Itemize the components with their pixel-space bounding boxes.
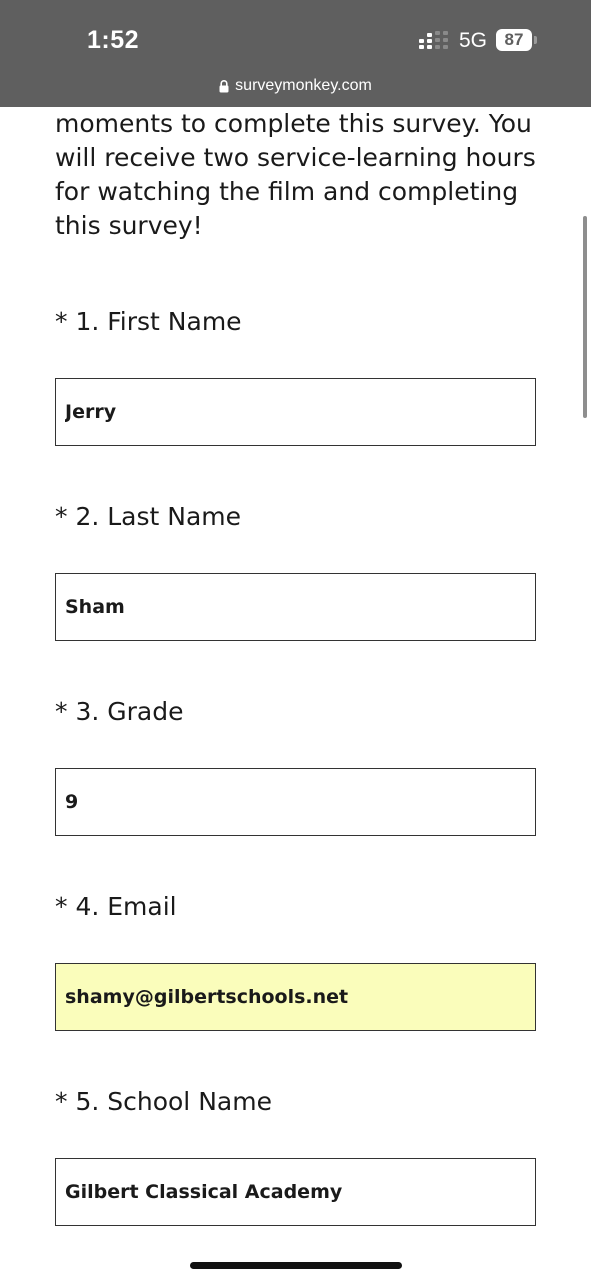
- address-bar[interactable]: surveymonkey.com: [0, 73, 591, 99]
- email-input[interactable]: [55, 963, 536, 1031]
- home-indicator[interactable]: [190, 1262, 402, 1269]
- last-name-input[interactable]: [55, 573, 536, 641]
- page-url: surveymonkey.com: [235, 77, 372, 94]
- battery-icon: 87: [496, 29, 532, 51]
- question-first-name-label: * 1. First Name: [55, 307, 242, 336]
- status-bar: 1:52 5G 87 surveymonkey.com: [0, 0, 591, 107]
- question-last-name-label: * 2. Last Name: [55, 502, 242, 531]
- survey-intro-text: moments to complete this survey. You wil…: [55, 109, 536, 240]
- first-name-input[interactable]: [55, 378, 536, 446]
- network-type: 5G: [459, 29, 488, 52]
- status-time: 1:52: [87, 26, 140, 54]
- scrollbar-thumb[interactable]: [583, 216, 587, 418]
- question-school-name-label: * 5. School Name: [55, 1087, 272, 1116]
- cellular-signal-icon: [419, 31, 448, 49]
- grade-input[interactable]: [55, 768, 536, 836]
- lock-icon: [219, 79, 229, 92]
- school-name-input[interactable]: [55, 1158, 536, 1226]
- battery-nub: [534, 36, 537, 44]
- question-grade-label: * 3. Grade: [55, 697, 184, 726]
- question-email-label: * 4. Email: [55, 892, 177, 921]
